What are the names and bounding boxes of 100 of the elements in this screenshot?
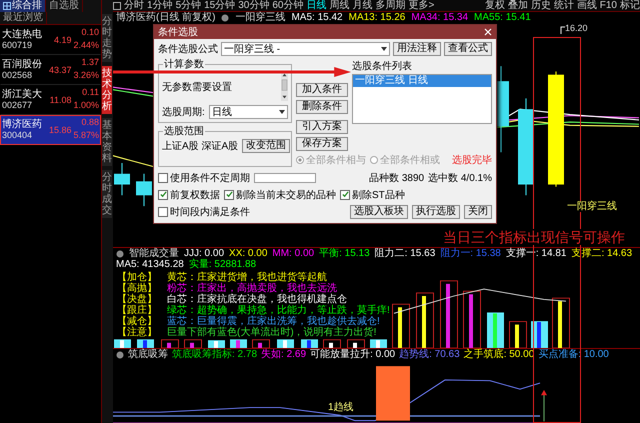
- stock-price: 15.86: [48, 125, 72, 135]
- volume-bar: [440, 280, 458, 348]
- toolbar-button[interactable]: 复权: [484, 0, 505, 11]
- stock-price: 43.37: [48, 65, 72, 75]
- circle-icon: [116, 250, 124, 258]
- list-tab[interactable]: 最近浏览: [0, 12, 47, 24]
- legend-tag: 【注意】: [117, 327, 157, 338]
- dialog-button[interactable]: 执行选股: [412, 204, 460, 218]
- checkbox-option[interactable]: 时间段内满足条件: [158, 204, 250, 218]
- toolbar-button[interactable]: 画线: [576, 0, 597, 11]
- status-text: 选股完毕: [452, 154, 492, 167]
- legend-tag: 【高抛】: [117, 283, 157, 294]
- view-tab[interactable]: 基本资料: [102, 118, 112, 166]
- dialog-button[interactable]: 加入条件: [296, 83, 348, 97]
- legend-tag: 【减仓】: [117, 316, 157, 327]
- legend-text: 巨量下部有蓝色(大单流出时)，说明有主力出货!: [167, 327, 376, 338]
- legend-text: 蓝芯：巨量得震，庄家出洗筹，我也趁供去减仓!: [167, 316, 380, 327]
- check-icon: [226, 191, 232, 198]
- volume-bar: [463, 290, 481, 348]
- params-text: 无参数需要设置: [162, 80, 232, 95]
- stock-code: 002568: [2, 70, 34, 82]
- dialog-button[interactable]: 用法注释: [393, 42, 441, 56]
- view-tab[interactable]: 分时走势: [102, 14, 112, 62]
- indicator-value: 趋势线: 70.63: [399, 349, 460, 360]
- indicator-value: 失如: 2.69: [261, 349, 306, 360]
- legend-tag: 【决盘】: [117, 294, 157, 305]
- period-tab[interactable]: 分时: [124, 0, 144, 11]
- square-icon[interactable]: [113, 2, 121, 10]
- indicator-value: 平衡: 15.13: [319, 248, 370, 259]
- condition-item[interactable]: 一阳穿三线 日线: [353, 75, 491, 87]
- checkbox-option[interactable]: 使用条件不定周期: [158, 170, 250, 184]
- dialog-button[interactable]: 删除条件: [296, 100, 348, 114]
- volume-bar: [552, 298, 570, 348]
- formula-dropdown[interactable]: 一阳穿三线 -: [221, 42, 390, 56]
- checkbox[interactable]: [340, 190, 350, 200]
- range-button[interactable]: 改变范围: [242, 138, 290, 152]
- toolbar-button[interactable]: F10: [600, 0, 617, 11]
- ma-value: MA34: 15.34: [411, 12, 468, 23]
- period-tab[interactable]: 60分钟: [272, 0, 304, 11]
- indicator-value: MM: 0.00: [272, 248, 314, 259]
- volume-bar: [252, 339, 270, 348]
- list-tab[interactable]: 综合排: [0, 0, 46, 12]
- group-title: 计算参数: [163, 59, 205, 70]
- stock-price: 11.08: [50, 95, 72, 105]
- volume-bar: [184, 339, 202, 348]
- signal-label: 一阳穿三线: [567, 201, 617, 212]
- price-label: 16.20: [565, 23, 588, 33]
- stock-code: 002677: [2, 100, 34, 112]
- group-title: 选股范围: [163, 126, 205, 137]
- dialog-button[interactable]: 选股入板块: [350, 204, 408, 218]
- view-tab[interactable]: 分时成交: [102, 170, 112, 218]
- indicator-value: 筑底吸筹指标: 2.78: [172, 349, 258, 360]
- toolbar-button[interactable]: 标记: [620, 0, 640, 11]
- volume-bar: [370, 339, 387, 348]
- toolbar-button[interactable]: 叠加: [508, 0, 528, 11]
- period-tab[interactable]: 30分钟: [238, 0, 270, 11]
- checkbox[interactable]: [158, 172, 168, 182]
- volume-bar: [531, 321, 548, 348]
- dialog-button[interactable]: 引入方案: [296, 120, 348, 134]
- checkbox-option[interactable]: 剔除当前未交易的品种: [224, 188, 336, 202]
- dialog-button[interactable]: 查看公式: [444, 42, 492, 56]
- period-tab[interactable]: 月线: [352, 0, 372, 11]
- checkbox-option[interactable]: 前复权数据: [158, 188, 220, 202]
- volume-bar: [208, 340, 225, 348]
- formula-name: 一阳穿三线: [235, 12, 286, 23]
- legend-text: 黄芯：庄家进货增，我也进货等起航: [167, 272, 327, 283]
- checkbox[interactable]: [158, 206, 168, 216]
- indicator-value: 可能放量拉升: 0.00: [310, 349, 396, 360]
- period-tab[interactable]: 5分钟: [176, 0, 202, 11]
- indicator-value: XX: 0.00: [229, 248, 268, 259]
- price-marker: [560, 26, 565, 34]
- close-icon[interactable]: [484, 28, 492, 36]
- legend-text: 绿芯：超势确，果持急，比能力，等止跌，莫手痒!: [167, 305, 390, 316]
- toolbar-button[interactable]: 历史: [530, 0, 551, 11]
- period-tab[interactable]: 周线: [330, 0, 350, 11]
- legend-tag: 【加仓】: [117, 272, 157, 283]
- view-tab[interactable]: 技术分析: [102, 66, 112, 114]
- period-label: 选股周期:: [162, 106, 205, 118]
- circle-icon: [221, 14, 230, 22]
- close-button[interactable]: 关闭: [464, 204, 492, 218]
- stock-row[interactable]: 大连热电 600719 4.19 0.10 2.44%: [0, 25, 101, 55]
- period-tab[interactable]: 多周期: [376, 0, 406, 11]
- stock-name: 大连热电: [2, 28, 43, 40]
- checkbox[interactable]: [158, 190, 168, 200]
- period-tab[interactable]: 15分钟: [204, 0, 236, 11]
- checkbox[interactable]: [224, 190, 234, 200]
- price-change: 0.88: [80, 117, 99, 129]
- period-dropdown[interactable]: 日线: [208, 104, 288, 118]
- indicator-value: 实量: 52881.88: [188, 259, 256, 270]
- volume-bar: [323, 339, 341, 348]
- change-percent: 3.26%: [73, 70, 99, 82]
- list-tab[interactable]: 自选股: [46, 0, 83, 12]
- dialog-button[interactable]: 保存方案: [296, 137, 348, 151]
- ma-value: MA5: 15.42: [291, 12, 343, 23]
- ma-value: MA55: 15.41: [474, 12, 531, 23]
- checkbox-option[interactable]: 剔除ST品种: [340, 188, 405, 202]
- period-tab[interactable]: 更多>: [408, 0, 434, 11]
- period-tab[interactable]: 1分钟: [147, 0, 173, 11]
- price-change: 1.37: [80, 57, 99, 69]
- period-tab[interactable]: 日线: [306, 0, 326, 11]
